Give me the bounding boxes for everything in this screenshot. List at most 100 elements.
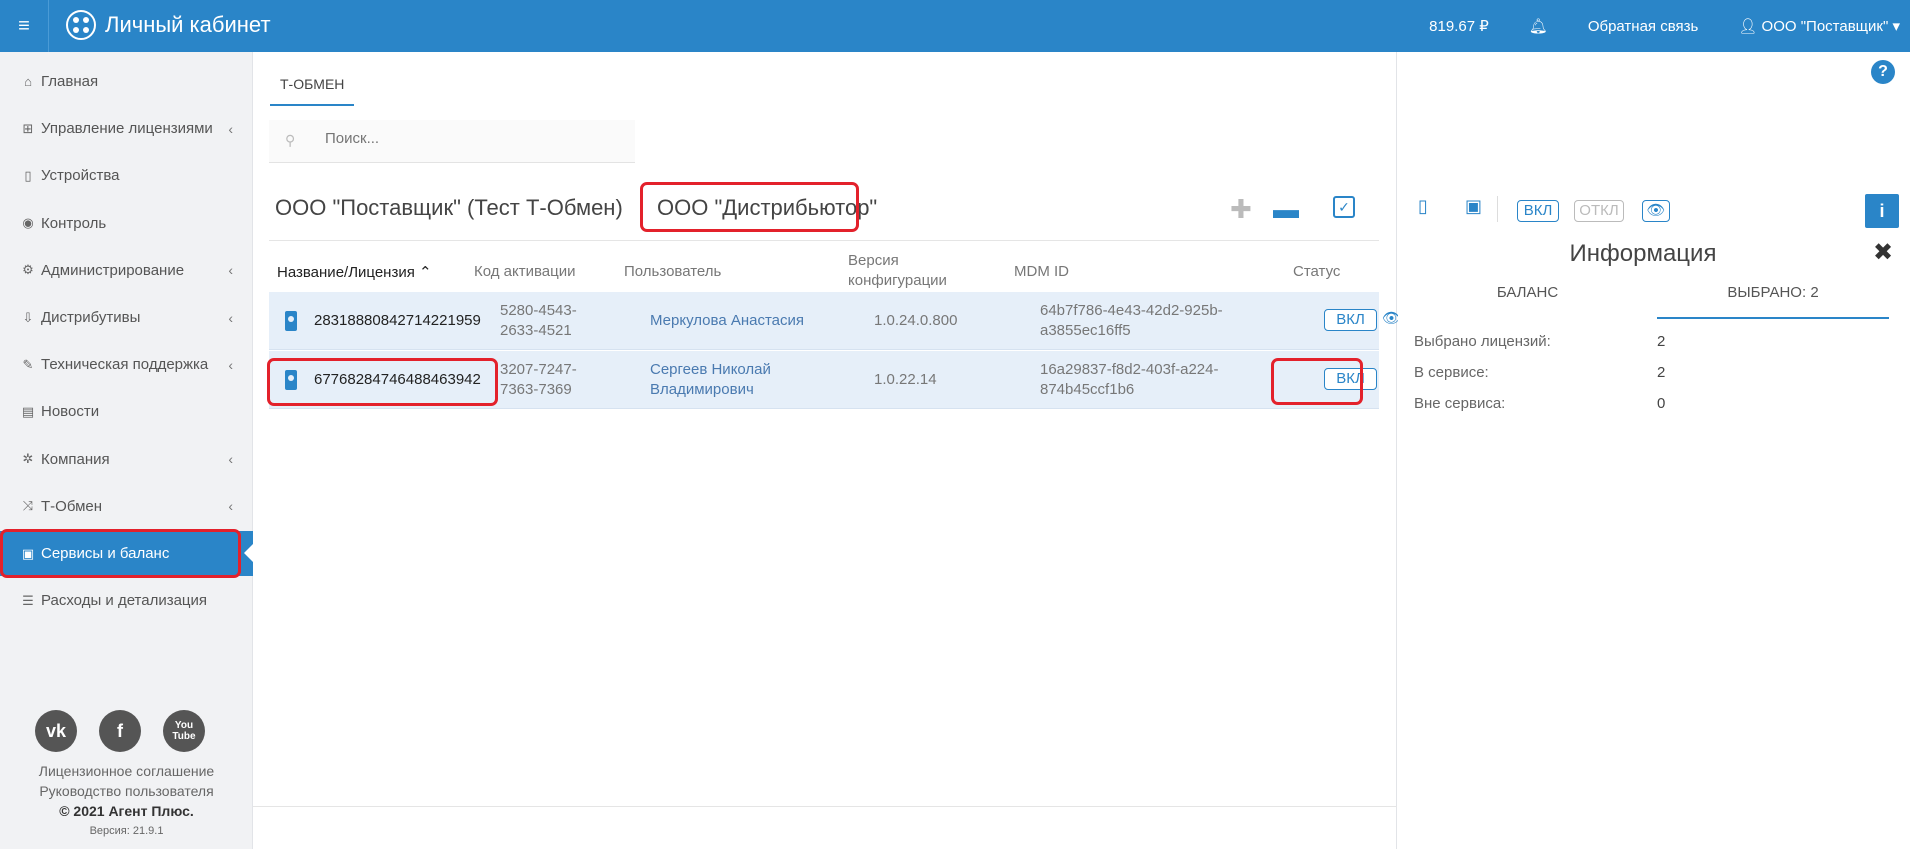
caret-down-icon: ▾ [1892,18,1900,35]
column-license[interactable]: Название/Лицензия ⌃ [277,263,432,281]
facebook-icon[interactable]: f [99,710,141,752]
mdm-id: 16a29837-f8d2-403f-a224-874b45ccf1b6 [1040,361,1219,398]
sidebar-item-label: Контроль [41,214,107,232]
sitemap-icon: ⊞ [22,120,34,136]
close-icon[interactable]: ✖ [1873,238,1893,267]
sidebar-item[interactable]: ▯ Устройства [0,153,253,198]
divider [1497,196,1498,222]
stat-value: 2 [1657,333,1666,350]
phone-icon[interactable]: ▯ [1418,196,1428,217]
wrench-icon: ✎ [22,356,34,372]
device-license-icon[interactable]: ▣ [1465,196,1482,217]
gears-icon: ⚙ [22,262,34,278]
newspaper-icon: ▤ [21,403,35,419]
license-number: 28318880842714221959 [314,312,481,329]
vk-icon[interactable]: vk [35,710,77,752]
highlight-license [267,358,498,406]
breadcrumb-parent[interactable]: ООО "Поставщик" (Тест Т-Обмен) [275,195,623,221]
chevron-left-icon: ‹ [228,451,233,468]
user-link[interactable]: Сергеев Николай Владимирович [650,360,790,400]
help-icon[interactable]: ? [1871,60,1895,84]
home-icon: ⌂ [24,74,32,89]
divider [253,806,1397,807]
column-config-version[interactable]: Версия конфигурации [848,251,958,291]
sidebar-item-label: Управление лицензиями [41,120,213,138]
chevron-left-icon: ‹ [228,498,233,515]
youtube-icon[interactable]: You Tube [163,710,205,752]
sidebar-item[interactable]: ☰ Расходы и детализация [0,578,253,623]
version-label: Версия: 21.9.1 [89,825,164,837]
sidebar-item[interactable]: ▤ Новости [0,389,253,434]
column-user[interactable]: Пользователь [624,263,721,280]
sidebar-item[interactable]: ⤨ Т-Обмен ‹ [0,484,253,529]
chevron-left-icon: ‹ [228,309,233,326]
sidebar-item[interactable]: ⌂ Главная [0,59,253,104]
active-tab-indicator [1657,317,1889,319]
user-icon: 👤︎ [1738,18,1758,35]
sidebar-item-label: Дистрибутивы [41,309,141,326]
globe-icon: ◉ [22,215,34,231]
search-input[interactable] [325,130,615,147]
bell-icon[interactable]: 🔔︎ [1529,17,1548,35]
disable-chip[interactable]: ОТКЛ [1574,200,1624,222]
tab-selected[interactable]: ВЫБРАНО: 2 [1657,284,1889,301]
shuffle-icon: ⤨ [22,498,34,514]
search-icon: ⚲ [285,132,296,148]
balance-indicator[interactable]: 819.67 ₽ [1429,17,1489,35]
gear-icon: ✲ [22,451,34,467]
sidebar-item[interactable]: ⊞ Управление лицензиями ‹ [0,106,253,151]
table-row[interactable]: 28318880842714221959 5280-4543-2633-4521… [269,292,1401,350]
app-title: Личный кабинет [105,12,271,37]
sidebar-item[interactable]: ⇩ Дистрибутивы ‹ [0,295,253,340]
table-header: Название/Лицензия ⌃ Код активации Пользо… [269,240,1379,300]
sidebar-item[interactable]: ◉ Контроль [0,201,253,246]
sidebar-item-label: Расходы и детализация [41,592,208,610]
enable-chip[interactable]: ВКЛ [1517,200,1559,222]
sidebar-item[interactable]: ✎ Техническая поддержка ‹ [0,342,253,387]
info-panel: ? ▯ ▣ ВКЛ ОТКЛ 👁︎ i Информация ✖ БАЛАНС … [1398,52,1910,849]
license-agreement-link[interactable]: Лицензионное соглашение [0,763,253,779]
sidebar-item-label: Главная [41,73,99,90]
remove-icon[interactable]: ▬ [1273,194,1299,225]
account-menu[interactable]: 👤︎ ООО "Поставщик" ▾ [1738,17,1900,35]
download-icon: ⇩ [22,309,34,325]
tab-t-exchange[interactable]: Т-ОБМЕН [270,66,355,106]
tab-balance[interactable]: БАЛАНС [1398,284,1657,301]
user-manual-link[interactable]: Руководство пользователя [0,783,253,799]
info-icon[interactable]: i [1865,194,1899,228]
sidebar: ⌂ Главная ⊞ Управление лицензиями ‹ ▯ Устройст… [0,52,254,849]
account-name: ООО "Поставщик" [1761,18,1889,35]
sidebar-item-label: Техническая поддержка [41,356,209,374]
device-icon [285,311,297,331]
sidebar-item-label: Администрирование [41,261,185,279]
main-content: Т-ОБМЕН ⚲ ООО "Поставщик" (Тест Т-Обмен)… [253,52,1401,849]
activation-code: 5280-4543-2633-4521 [500,302,577,339]
activation-code: 3207-7247-7363-7369 [500,361,577,398]
top-bar: ≡ Личный кабинет 819.67 ₽ 🔔︎ Обратная св… [0,0,1910,52]
sidebar-item-label: Новости [41,403,100,421]
eye-icon[interactable]: 👁︎ [1642,200,1670,222]
highlight-status [1271,358,1363,405]
add-icon[interactable]: ✚ [1230,194,1252,225]
sidebar-item-label: Устройства [41,167,120,185]
list-icon: ☰ [22,592,34,608]
menu-toggle-icon[interactable]: ≡ [0,0,49,52]
column-status[interactable]: Статус [1293,263,1340,280]
status-badge[interactable]: ВКЛ [1324,309,1377,331]
highlight-breadcrumb [640,182,859,232]
app-logo [66,10,96,40]
chevron-left-icon: ‹ [228,262,233,279]
highlight-sidebar-item [0,529,241,578]
user-link[interactable]: Меркулова Анастасия [650,311,804,331]
copyright: © 2021 Агент Плюс. [59,803,194,819]
column-activation-code[interactable]: Код активации [474,263,575,280]
sidebar-item-label: Т-Обмен [41,497,103,515]
chevron-left-icon: ‹ [228,356,233,373]
column-mdm-id[interactable]: MDM ID [1014,263,1069,280]
feedback-link[interactable]: Обратная связь [1588,18,1699,35]
stat-label: В сервисе: [1414,364,1489,381]
select-all-icon[interactable]: ✓ [1333,196,1355,218]
mobile-icon: ▯ [24,167,32,183]
sidebar-item[interactable]: ✲ Компания ‹ [0,437,253,482]
sidebar-item[interactable]: ⚙ Администрирование ‹ [0,248,253,293]
